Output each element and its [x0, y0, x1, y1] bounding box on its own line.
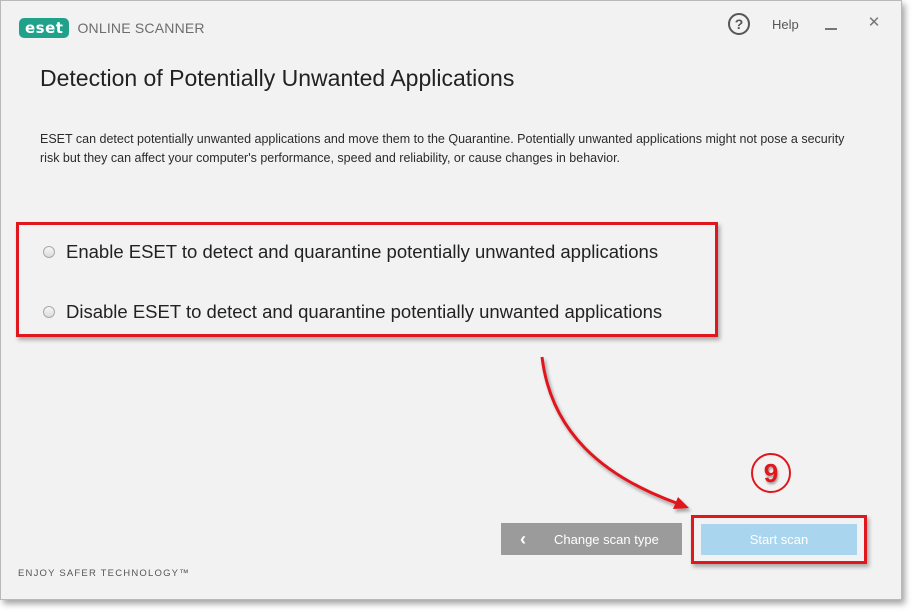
step-number-badge: 9 — [751, 453, 791, 493]
annotation-arrow — [540, 356, 689, 509]
start-scan-highlight-box: Start scan — [691, 515, 867, 564]
change-scan-type-button[interactable]: ‹ Change scan type — [501, 523, 682, 555]
app-window: eset ONLINE SCANNER ? Help ✕ Detection o… — [0, 0, 902, 600]
change-scan-type-label: Change scan type — [554, 531, 659, 547]
footer-tagline: ENJOY SAFER TECHNOLOGY™ — [18, 568, 190, 579]
chevron-left-icon: ‹ — [520, 528, 526, 549]
start-scan-button[interactable]: Start scan — [701, 524, 857, 555]
